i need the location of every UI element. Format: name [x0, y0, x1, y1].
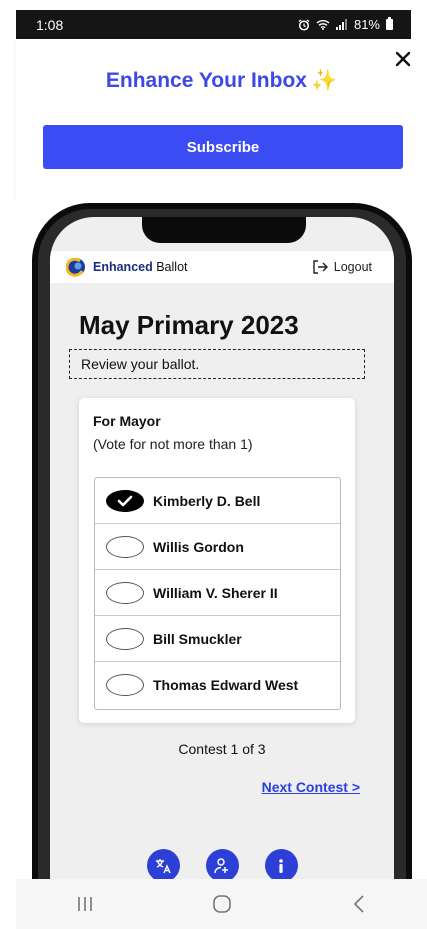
subscribe-button[interactable]: Subscribe	[43, 125, 403, 169]
candidate-option[interactable]: Kimberly D. Bell	[95, 478, 340, 524]
candidate-option[interactable]: Bill Smuckler	[95, 616, 340, 662]
logout-button[interactable]: Logout	[312, 260, 372, 274]
candidate-option[interactable]: Thomas Edward West	[95, 662, 340, 708]
empty-bubble-icon	[106, 674, 144, 696]
candidate-name: Kimberly D. Bell	[153, 492, 261, 509]
battery-percent: 81%	[353, 17, 380, 32]
ballot-title: May Primary 2023	[79, 310, 299, 340]
contest-name: For Mayor	[93, 413, 161, 429]
contest-rule: (Vote for not more than 1)	[93, 436, 253, 452]
alarm-icon	[298, 18, 310, 31]
candidate-name: Bill Smuckler	[153, 630, 242, 647]
empty-bubble-icon	[106, 627, 144, 650]
signal-icon	[335, 19, 347, 30]
status-bar: 1:08 81%	[16, 10, 411, 39]
promo-title-text: Enhance Your Inbox	[105, 69, 307, 92]
candidate-list: Kimberly D. Bell Willis Gordon William V…	[94, 477, 341, 710]
status-icons: 81%	[298, 17, 393, 32]
phone-notch	[142, 217, 306, 243]
newsletter-promo: Enhance Your Inbox ✨ Subscribe	[16, 39, 427, 199]
logout-label: Logout	[333, 260, 372, 274]
wifi-icon	[316, 20, 330, 30]
status-time: 1:08	[36, 16, 64, 33]
brand-name-rest: Ballot	[152, 260, 188, 274]
logout-icon	[313, 260, 328, 274]
back-icon[interactable]	[339, 889, 379, 919]
accessibility-toolbar	[50, 849, 394, 879]
accessibility-icon[interactable]	[205, 849, 239, 879]
translate-icon[interactable]	[146, 849, 180, 879]
phone-screen: Enhanced Ballot Logout May Primary 2023 …	[50, 217, 394, 879]
battery-icon	[386, 17, 393, 30]
promo-title: Enhance Your Inbox ✨	[16, 69, 427, 93]
home-icon[interactable]	[202, 889, 242, 919]
candidate-name: Willis Gordon	[153, 538, 244, 555]
candidate-name: Thomas Edward West	[153, 677, 299, 693]
selected-bubble-icon	[106, 489, 144, 512]
phone-frame: Enhanced Ballot Logout May Primary 2023 …	[32, 203, 412, 879]
contest-counter: Contest 1 of 3	[178, 741, 266, 757]
info-icon[interactable]	[264, 849, 298, 879]
android-navigation-bar	[16, 879, 427, 929]
empty-bubble-icon	[106, 535, 144, 558]
candidate-option[interactable]: Willis Gordon	[95, 524, 340, 570]
next-contest-link[interactable]: Next Contest >	[262, 779, 360, 795]
phone-mockup-image: Enhanced Ballot Logout May Primary 2023 …	[16, 199, 427, 879]
contest-card: For Mayor (Vote for not more than 1) Kim…	[79, 398, 355, 723]
empty-bubble-icon	[106, 581, 144, 604]
recent-apps-icon[interactable]	[65, 889, 105, 919]
review-instruction: Review your ballot.	[69, 349, 365, 379]
candidate-name: William V. Sherer II	[153, 584, 278, 601]
brand-logo: Enhanced Ballot	[66, 257, 188, 277]
enhanced-ballot-logo-icon	[66, 257, 85, 277]
brand-name-bold: Enhanced	[93, 260, 153, 274]
app-header: Enhanced Ballot Logout	[50, 251, 394, 283]
close-icon[interactable]	[393, 49, 413, 69]
candidate-option[interactable]: William V. Sherer II	[95, 570, 340, 616]
sparkle-icon: ✨	[310, 69, 338, 92]
